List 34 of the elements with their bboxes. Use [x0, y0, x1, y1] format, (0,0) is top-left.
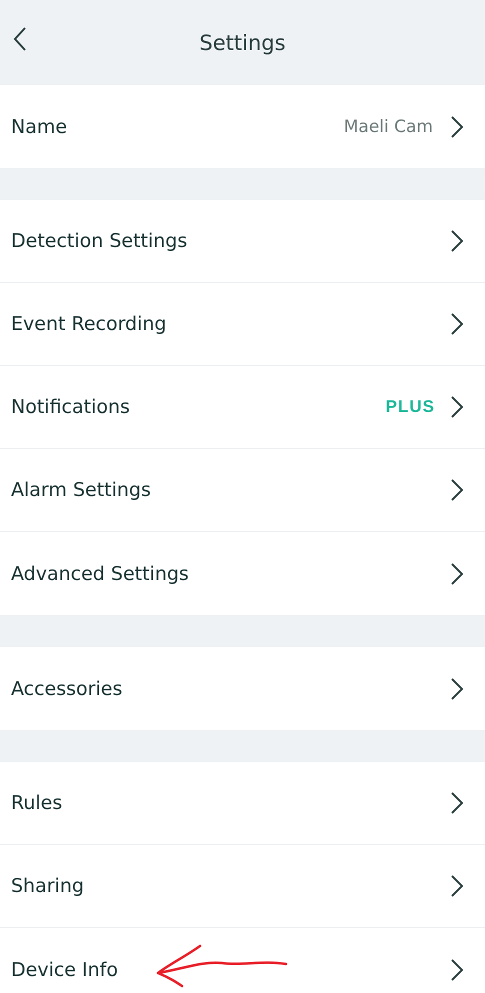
chevron-right-icon: [451, 958, 463, 980]
chevron-right-icon: [451, 875, 463, 897]
row-label: Sharing: [11, 875, 85, 897]
settings-row[interactable]: Event Recording: [0, 283, 485, 366]
row-label: Notifications: [11, 396, 131, 418]
chevron-right-icon: [451, 116, 463, 138]
settings-row[interactable]: Sharing: [0, 845, 485, 928]
settings-row[interactable]: Detection Settings: [0, 200, 485, 283]
row-label: Advanced Settings: [11, 562, 190, 584]
settings-row[interactable]: Notifications PLUS: [0, 366, 485, 449]
settings-row[interactable]: Accessories: [0, 647, 485, 730]
plan-label: PLUS: [386, 397, 435, 417]
row-label: Detection Settings: [11, 230, 188, 252]
settings-row[interactable]: Advanced Settings: [0, 532, 485, 615]
chevron-right-icon: [451, 792, 463, 814]
row-label: Rules: [11, 792, 64, 814]
page-title: Settings: [199, 30, 286, 54]
row-value: Maeli Cam: [344, 116, 433, 136]
row-label: Event Recording: [11, 313, 168, 335]
settings-row[interactable]: Device Info: [0, 928, 485, 993]
row-label: Name: [11, 116, 68, 138]
chevron-right-icon: [451, 313, 463, 335]
chevron-right-icon: [451, 396, 463, 418]
row-label: Device Info: [11, 958, 119, 980]
row-label: Alarm Settings: [11, 479, 152, 501]
back-icon[interactable]: [12, 26, 28, 52]
chevron-right-icon: [451, 678, 463, 700]
settings-row[interactable]: Alarm Settings: [0, 449, 485, 532]
settings-row[interactable]: Name Maeli Cam: [0, 85, 485, 168]
row-label: Accessories: [11, 678, 124, 700]
settings-row[interactable]: Rules: [0, 762, 485, 845]
chevron-right-icon: [451, 230, 463, 252]
chevron-right-icon: [451, 479, 463, 501]
chevron-right-icon: [451, 562, 463, 584]
